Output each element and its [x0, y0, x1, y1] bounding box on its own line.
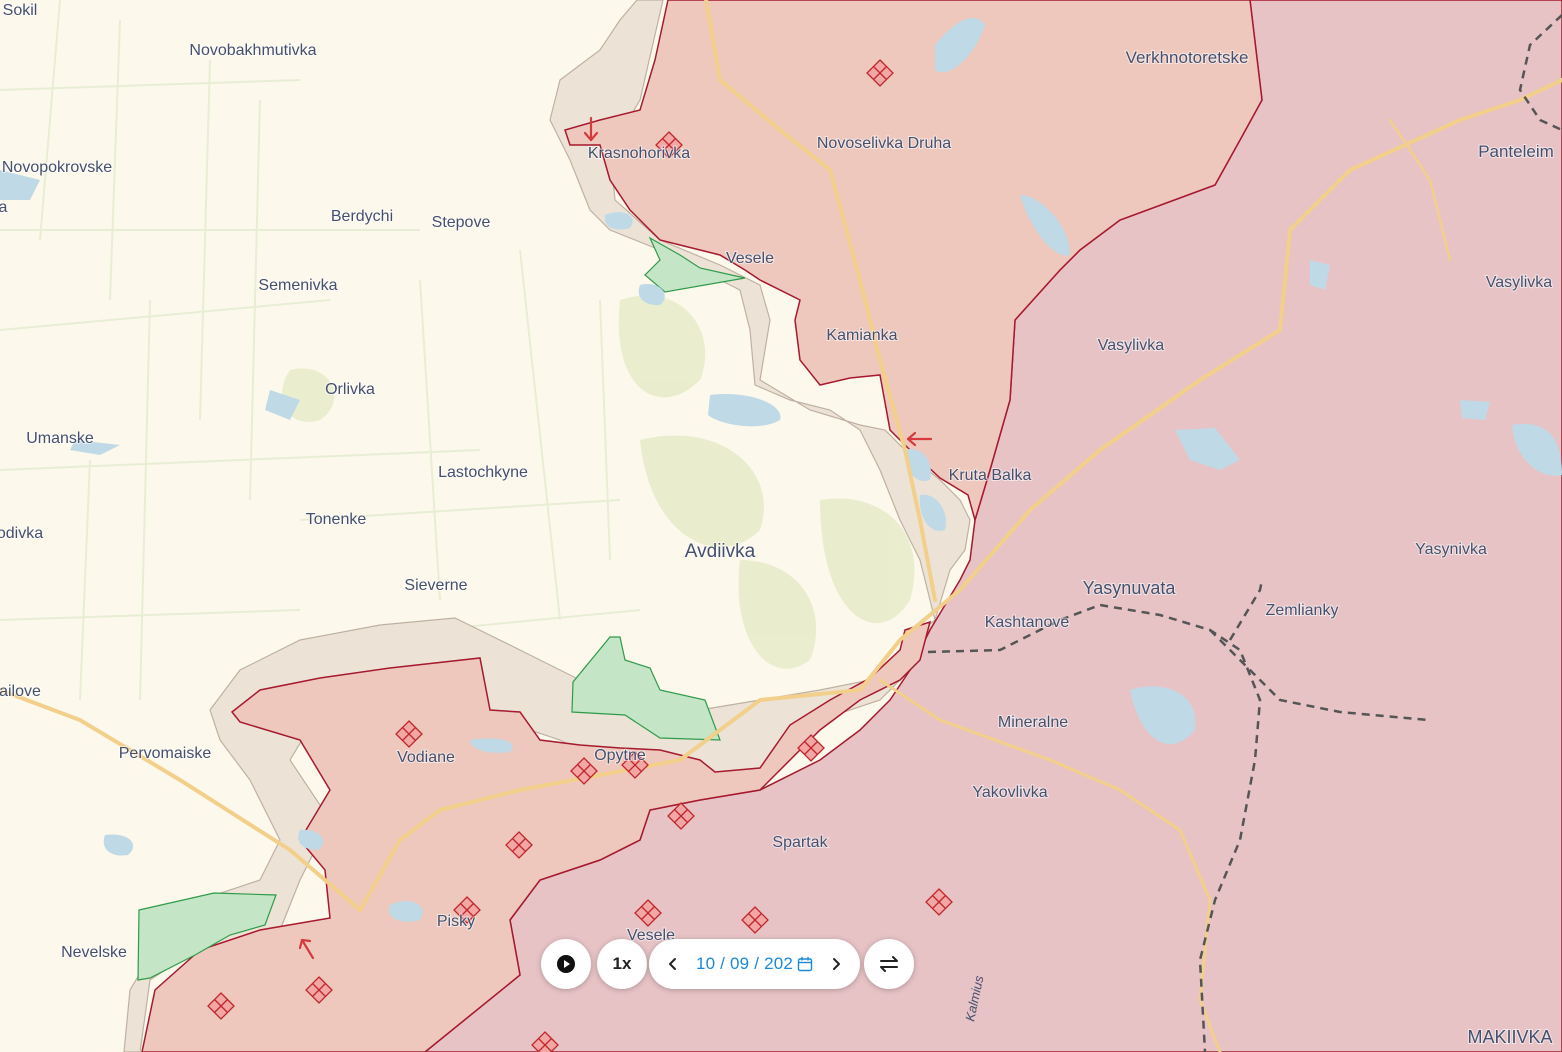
place-label: Vodiane: [397, 749, 455, 766]
place-label: Vasylivka: [1486, 274, 1552, 291]
place-label: Vasylivka: [1098, 337, 1164, 354]
timeline-controls: 1x 10 / 09 / 202: [0, 939, 1562, 989]
place-label: Novoselivka Druha: [817, 135, 951, 152]
speed-label: 1x: [612, 954, 632, 973]
place-label: Yakovlivka: [972, 784, 1047, 801]
place-label: Avdiivka: [685, 541, 756, 562]
chevron-right-icon: [833, 958, 840, 970]
place-label: MAKIIVKA: [1467, 1027, 1552, 1047]
date-field[interactable]: 10 / 09 / 202: [696, 954, 813, 974]
place-label: Berdychi: [331, 208, 393, 225]
place-label: Vesele: [726, 250, 774, 267]
place-label: a: [0, 199, 8, 216]
place-label: Tonenke: [306, 511, 367, 528]
place-label: Orlivka: [325, 381, 375, 398]
compare-swap-button[interactable]: [864, 939, 914, 989]
place-label: Kashtanove: [985, 614, 1070, 631]
date-value: 10 / 09 / 202: [695, 954, 794, 973]
place-label: Sokil: [3, 2, 38, 19]
play-button[interactable]: [541, 939, 591, 989]
place-label: Pisky: [437, 913, 475, 930]
place-label: Spartak: [772, 834, 828, 851]
previous-date-button[interactable]: [661, 952, 685, 976]
place-label: Pervomaiske: [119, 745, 212, 762]
place-label: Novopokrovske: [2, 159, 112, 176]
place-label: Panteleim: [1478, 142, 1554, 161]
place-label: Semenivka: [258, 277, 337, 294]
place-label: Krasnohorivka: [588, 145, 690, 162]
place-label: Lastochkyne: [438, 464, 528, 481]
place-label: Yasynuvata: [1083, 578, 1177, 598]
place-label: Umanske: [26, 430, 94, 447]
calendar-icon[interactable]: [797, 956, 813, 972]
next-date-button[interactable]: [824, 952, 848, 976]
place-label: Novobakhmutivka: [189, 42, 316, 59]
place-label: Stepove: [432, 214, 491, 231]
speed-button[interactable]: 1x: [597, 939, 647, 989]
place-label: Opytne: [594, 747, 646, 764]
place-label: Mineralne: [998, 714, 1068, 731]
place-label: ailove: [0, 683, 41, 700]
map-canvas[interactable]: Kalmius SokilNovobakhmutivkaNovopokrovsk…: [0, 0, 1562, 1052]
chevron-left-icon: [669, 958, 676, 970]
place-label: Zemlianky: [1266, 602, 1339, 619]
place-label: Kamianka: [826, 327, 897, 344]
play-icon: [557, 955, 575, 973]
date-picker[interactable]: 10 / 09 / 202: [649, 939, 860, 989]
swap-icon: [880, 956, 898, 972]
place-label: Verkhnotoretske: [1126, 48, 1249, 67]
place-label: Sieverne: [404, 577, 467, 594]
place-label: odivka: [0, 525, 43, 542]
place-label: Yasynivka: [1415, 541, 1487, 558]
place-label: Kruta Balka: [949, 467, 1032, 484]
